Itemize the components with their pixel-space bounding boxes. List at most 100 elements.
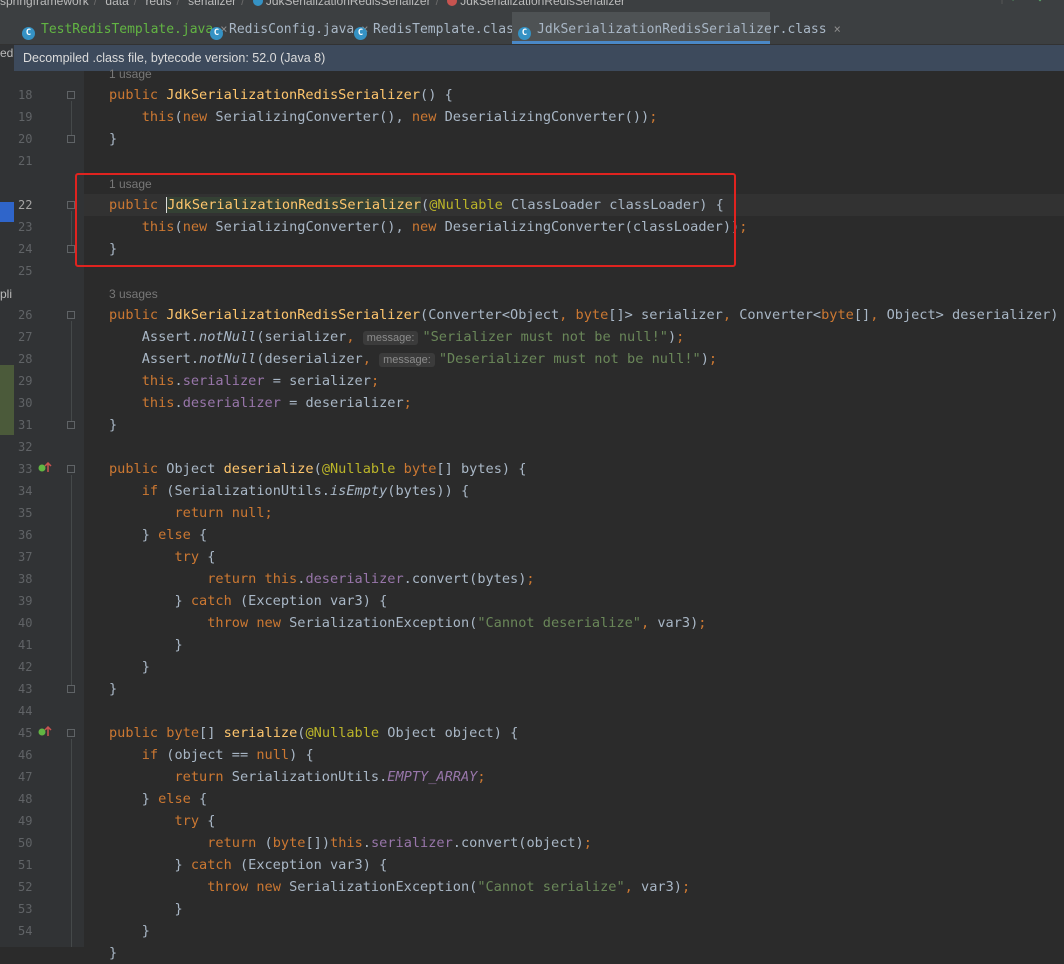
class-icon: C bbox=[518, 27, 531, 40]
line-number: 24 bbox=[18, 242, 33, 256]
tab-label: RedisConfig.java bbox=[229, 22, 355, 37]
code-line: } bbox=[109, 637, 183, 653]
code-line: } bbox=[109, 659, 150, 675]
fold-icon[interactable] bbox=[67, 91, 75, 99]
class-icon bbox=[252, 0, 263, 6]
code-line: } catch (Exception var3) { bbox=[109, 857, 388, 873]
breadcrumb-item[interactable]: redis bbox=[145, 0, 171, 8]
line-number: 31 bbox=[18, 418, 33, 432]
line-number: 48 bbox=[18, 792, 33, 806]
selection-marker bbox=[0, 202, 14, 222]
tab-label: TestRedisTemplate.java bbox=[41, 22, 214, 37]
usage-hint[interactable]: 1 usage bbox=[109, 67, 152, 81]
fold-icon[interactable] bbox=[67, 729, 75, 737]
line-number: 47 bbox=[18, 770, 33, 784]
fold-icon[interactable] bbox=[67, 245, 75, 253]
left-strip-text: pli bbox=[0, 287, 13, 301]
line-number: 29 bbox=[18, 374, 33, 388]
line-number: 38 bbox=[18, 572, 33, 586]
line-number: 26 bbox=[18, 308, 33, 322]
breadcrumb-item[interactable]: JdkSerializationRedisSerializer bbox=[460, 0, 625, 8]
implements-method-icon[interactable] bbox=[38, 462, 52, 474]
fold-icon[interactable] bbox=[67, 201, 75, 209]
line-number: 30 bbox=[18, 396, 33, 410]
tab-redis-template[interactable]: CRedisTemplate.class× bbox=[348, 12, 536, 44]
code-line: public JdkSerializationRedisSerializer(C… bbox=[109, 307, 1064, 323]
toolbar-icons[interactable] bbox=[976, 0, 1056, 8]
java-class-icon: C bbox=[22, 27, 35, 40]
breadcrumb-item[interactable]: springframework bbox=[0, 0, 89, 8]
tab-jdk-serialization-redis-serializer[interactable]: C JdkSerializationRedisSerializer.class × bbox=[512, 12, 841, 44]
tab-redis-config[interactable]: CRedisConfig.java× bbox=[204, 12, 368, 44]
line-number: 54 bbox=[18, 924, 33, 938]
fold-icon[interactable] bbox=[67, 311, 75, 319]
breadcrumb-item[interactable]: serializer bbox=[188, 0, 236, 8]
close-icon[interactable]: × bbox=[834, 22, 841, 36]
line-number: 37 bbox=[18, 550, 33, 564]
line-number: 53 bbox=[18, 902, 33, 916]
line-number: 36 bbox=[18, 528, 33, 542]
line-number: 50 bbox=[18, 836, 33, 850]
code-line: } else { bbox=[109, 791, 208, 807]
editor-gutter: 18 19 20 21 22 23 24 25 26 27 28 29 30 3… bbox=[14, 71, 84, 947]
code-line: } bbox=[109, 131, 118, 147]
code-line: public byte[] serialize(@Nullable Object… bbox=[109, 725, 519, 741]
code-line: return (byte[])this.serializer.convert(o… bbox=[207, 835, 592, 851]
breadcrumb-item[interactable]: data bbox=[105, 0, 128, 8]
fold-icon[interactable] bbox=[67, 465, 75, 473]
usage-hint[interactable]: 3 usages bbox=[109, 287, 158, 301]
line-number: 43 bbox=[18, 682, 33, 696]
code-line: } bbox=[109, 901, 183, 917]
code-line: } bbox=[109, 923, 150, 939]
line-number: 21 bbox=[18, 154, 33, 168]
fold-icon[interactable] bbox=[67, 685, 75, 693]
line-number: 39 bbox=[18, 594, 33, 608]
line-number: 52 bbox=[18, 880, 33, 894]
code-line: return this.deserializer.convert(bytes); bbox=[207, 571, 535, 587]
line-number: 49 bbox=[18, 814, 33, 828]
code-line: } else { bbox=[109, 527, 208, 543]
line-number: 35 bbox=[18, 506, 33, 520]
code-line: if (SerializationUtils.isEmpty(bytes)) { bbox=[141, 483, 470, 499]
line-number: 20 bbox=[18, 132, 33, 146]
code-line: } bbox=[109, 945, 118, 961]
line-number: 44 bbox=[18, 704, 33, 718]
code-line: try { bbox=[174, 813, 216, 829]
line-number: 25 bbox=[18, 264, 33, 278]
line-number: 28 bbox=[18, 352, 33, 366]
method-icon bbox=[447, 0, 458, 6]
editor-tab-bar: C TestRedisTemplate.java × C RedisConfig.ja… bbox=[0, 12, 1064, 45]
line-number: 32 bbox=[18, 440, 33, 454]
code-line: Assert.notNull(deserializer, message: "De… bbox=[109, 351, 718, 367]
fold-icon[interactable] bbox=[67, 135, 75, 143]
implements-method-icon[interactable] bbox=[38, 726, 52, 738]
code-line: public Object deserialize(@Nullable byte… bbox=[109, 461, 527, 477]
breadcrumb: springframework / data / redis / serializer… bbox=[0, 0, 1064, 12]
code-line: try { bbox=[174, 549, 216, 565]
tab-test-redis-template[interactable]: C TestRedisTemplate.java × bbox=[16, 12, 227, 44]
fold-icon[interactable] bbox=[67, 421, 75, 429]
code-line: this.serializer = serializer; bbox=[141, 373, 380, 389]
code-line: Assert.notNull(serializer, message: "Seri… bbox=[109, 329, 685, 345]
code-line: public JdkSerializationRedisSerializer()… bbox=[109, 87, 453, 103]
line-number: 18 bbox=[18, 88, 33, 102]
class-icon: C bbox=[354, 27, 367, 40]
line-number: 41 bbox=[18, 638, 33, 652]
line-number: 40 bbox=[18, 616, 33, 630]
code-line: if (object == null) { bbox=[141, 747, 314, 763]
code-line: } catch (Exception var3) { bbox=[109, 593, 388, 609]
breadcrumb-item[interactable]: JdkSerializationRedisSerializer bbox=[266, 0, 431, 8]
line-number: 23 bbox=[18, 220, 33, 234]
line-number: 19 bbox=[18, 110, 33, 124]
tool-window-indicator bbox=[0, 365, 14, 435]
code-line: this.deserializer = deserializer; bbox=[141, 395, 412, 411]
line-number: 51 bbox=[18, 858, 33, 872]
decompiled-info-bar: Decompiled .class file, bytecode version… bbox=[14, 45, 1064, 71]
parameter-hint: message: bbox=[362, 331, 419, 345]
code-line: } bbox=[109, 417, 118, 433]
line-number: 46 bbox=[18, 748, 33, 762]
left-tool-strip bbox=[0, 45, 14, 947]
line-number: 34 bbox=[18, 484, 33, 498]
annotation-highlight-box bbox=[75, 173, 736, 267]
tab-label: RedisTemplate.class bbox=[373, 22, 522, 37]
